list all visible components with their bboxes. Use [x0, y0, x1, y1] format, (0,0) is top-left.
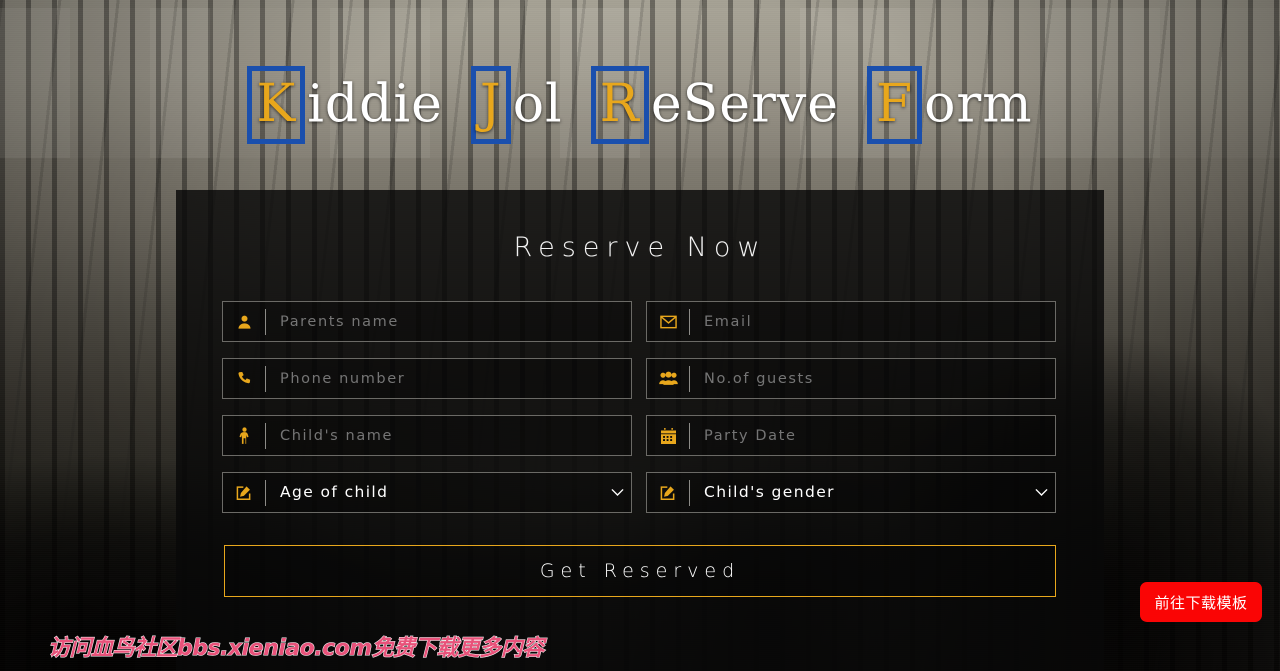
field-parents-name[interactable] [222, 301, 632, 342]
field-divider [689, 308, 690, 335]
title-word: Kiddie [247, 62, 442, 144]
chevron-down-icon [603, 488, 631, 497]
field-divider [265, 422, 266, 449]
field-party-date[interactable] [646, 415, 1056, 456]
title-word: Jol [470, 62, 563, 144]
calendar-icon [647, 416, 689, 455]
child-icon [223, 416, 265, 455]
title-initial: R [590, 65, 649, 144]
field-child-gender[interactable]: Child's gender [646, 472, 1056, 513]
reservation-form-panel: Reserve Now Parents name Email Phone num… [176, 190, 1104, 671]
party-date-input[interactable] [704, 416, 1055, 455]
child-gender-value[interactable]: Child's gender [704, 473, 1027, 512]
envelope-icon [647, 302, 689, 341]
field-divider [689, 422, 690, 449]
site-watermark: 访问血鸟社区bbs.xieniao.com免费下载更多内容 [48, 636, 545, 662]
field-age-of-child[interactable]: Age of child [222, 472, 632, 513]
field-email[interactable] [646, 301, 1056, 342]
guests-input[interactable] [704, 359, 1055, 398]
field-divider [689, 479, 690, 506]
phone-icon [223, 359, 265, 398]
title-initial: F [867, 65, 923, 144]
edit-icon [223, 473, 265, 512]
field-guests[interactable] [646, 358, 1056, 399]
title-rest: eServe [650, 74, 840, 135]
email-input[interactable] [704, 302, 1055, 341]
field-child-name[interactable] [222, 415, 632, 456]
field-divider [265, 479, 266, 506]
user-icon [223, 302, 265, 341]
field-phone-number[interactable] [222, 358, 632, 399]
title-initial: J [470, 65, 511, 144]
users-icon [647, 359, 689, 398]
title-initial: K [247, 65, 306, 144]
title-word: Form [867, 62, 1033, 144]
title-rest: orm [924, 74, 1033, 135]
chevron-down-icon [1027, 488, 1055, 497]
get-reserved-button[interactable]: Get Reserved [224, 545, 1056, 597]
child-name-input[interactable] [280, 416, 631, 455]
edit-icon [647, 473, 689, 512]
field-divider [265, 365, 266, 392]
field-divider [265, 308, 266, 335]
download-template-button[interactable]: 前往下载模板 [1140, 582, 1262, 622]
page-title: Kiddie Jol ReServe Form [0, 62, 1280, 144]
title-rest: iddie [307, 74, 443, 135]
title-word: ReServe [590, 62, 840, 144]
parents-name-input[interactable] [280, 302, 631, 341]
phone-number-input[interactable] [280, 359, 631, 398]
field-divider [689, 365, 690, 392]
title-rest: ol [512, 74, 563, 135]
form-fields-grid: Age of child Child's gender [222, 301, 1058, 513]
form-heading: Reserve Now [513, 232, 767, 263]
page-root: Kiddie Jol ReServe Form Reserve Now Pare… [0, 0, 1280, 671]
age-of-child-value[interactable]: Age of child [280, 473, 603, 512]
